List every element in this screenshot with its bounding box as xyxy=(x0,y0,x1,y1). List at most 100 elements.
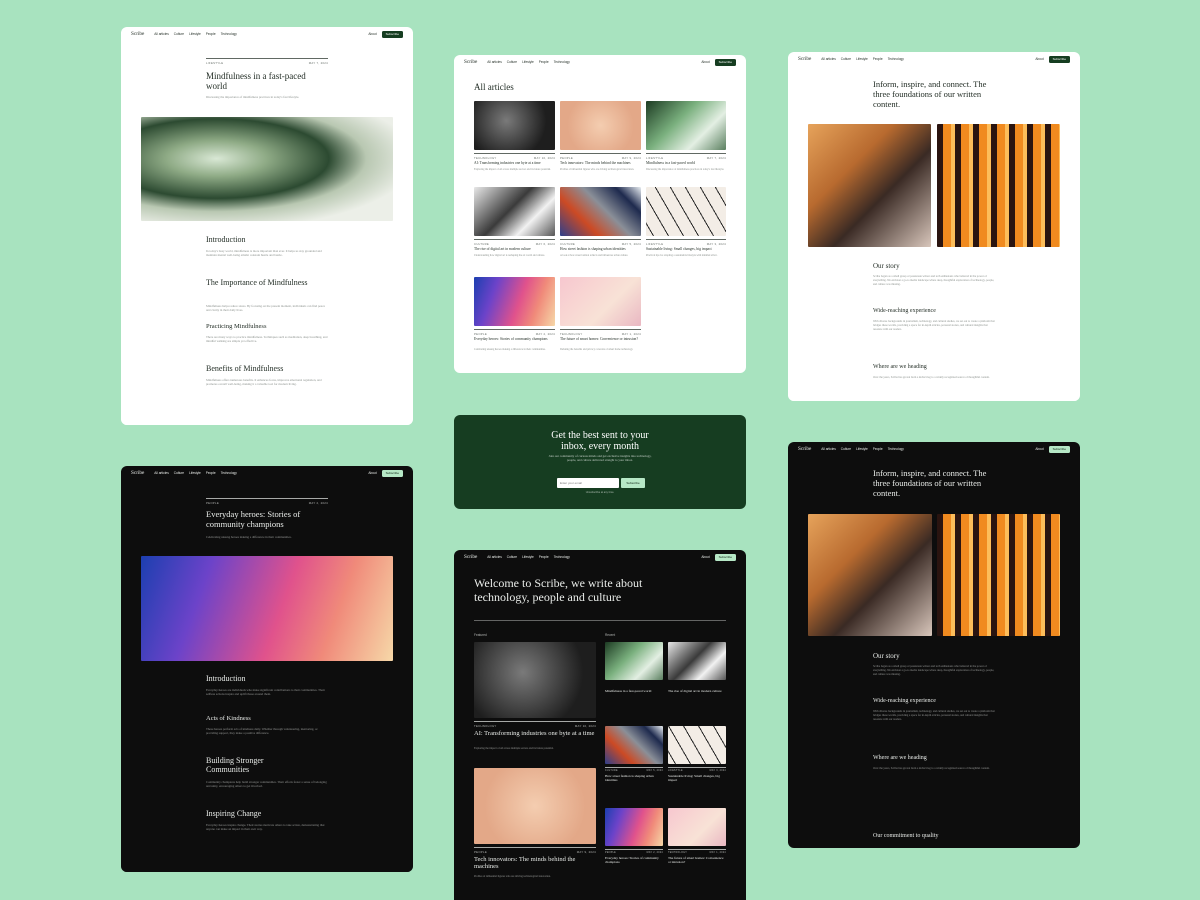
recent-article-title[interactable]: How street fashion is shaping urban iden… xyxy=(605,774,663,783)
article-thumbnail[interactable] xyxy=(560,187,641,236)
nav-link[interactable]: All articles xyxy=(821,447,836,451)
article-thumbnail[interactable] xyxy=(646,101,726,150)
recent-article-title[interactable]: Everyday heroes: Stories of community ch… xyxy=(605,856,663,865)
recent-article-image[interactable] xyxy=(668,642,726,680)
recent-article-title[interactable]: Mindfulness in a fast-paced world xyxy=(605,689,663,694)
nav-link[interactable]: People xyxy=(873,447,883,451)
article-tag[interactable]: CULTURE xyxy=(560,242,575,246)
nav-link[interactable]: Lifestyle xyxy=(856,447,868,451)
featured-article-title[interactable]: AI: Transforming industries one byte at … xyxy=(474,730,596,737)
subscribe-button[interactable]: Subscribe xyxy=(714,58,736,66)
brand-logo[interactable]: Scribe xyxy=(798,446,811,452)
nav-link[interactable]: All articles xyxy=(154,32,169,36)
nav-link[interactable]: People xyxy=(206,32,216,36)
nav-link[interactable]: All articles xyxy=(487,60,502,64)
about-link[interactable]: About xyxy=(1035,57,1043,61)
article-tag[interactable]: PEOPLE xyxy=(474,332,487,336)
article-thumbnail[interactable] xyxy=(474,277,555,326)
subscribe-button[interactable]: Subscribe xyxy=(714,553,736,561)
subscribe-button[interactable]: Subscribe xyxy=(1048,55,1070,63)
article-thumbnail[interactable] xyxy=(560,277,641,326)
nav-link[interactable]: Lifestyle xyxy=(856,57,868,61)
nav-link[interactable]: Technology xyxy=(554,555,570,559)
article-tag[interactable]: LIFESTYLE xyxy=(646,156,663,160)
nav-link[interactable]: Culture xyxy=(174,471,184,475)
nav-link[interactable]: Lifestyle xyxy=(189,471,201,475)
nav-link[interactable]: People xyxy=(539,555,549,559)
article-card-title[interactable]: How street fashion is shaping urban iden… xyxy=(560,247,641,251)
article-card-title[interactable]: Mindfulness in a fast-paced world xyxy=(646,161,726,165)
nav-link[interactable]: All articles xyxy=(821,57,836,61)
about-link[interactable]: About xyxy=(368,32,376,36)
nav-link[interactable]: Technology xyxy=(888,447,904,451)
nav-link[interactable]: Technology xyxy=(554,60,570,64)
featured-article-title[interactable]: Tech innovators: The minds behind the ma… xyxy=(474,856,596,871)
nav-link[interactable]: Lifestyle xyxy=(189,32,201,36)
recent-article-image[interactable] xyxy=(668,726,726,764)
nav-link[interactable]: Technology xyxy=(888,57,904,61)
article-tag[interactable]: TECHNOLOGY xyxy=(474,156,497,160)
nav-link[interactable]: Technology xyxy=(221,471,237,475)
article-card-title[interactable]: AI: Transforming industries one byte at … xyxy=(474,161,555,165)
nav-link[interactable]: People xyxy=(873,57,883,61)
article-card-excerpt: Celebrating unsung heroes making a diffe… xyxy=(474,348,546,351)
brand-logo[interactable]: Scribe xyxy=(464,59,477,65)
nav-link[interactable]: Culture xyxy=(841,447,851,451)
article-tag[interactable]: LIFESTYLE xyxy=(206,61,223,65)
article-tag[interactable]: PEOPLE xyxy=(474,850,487,854)
brand-logo[interactable]: Scribe xyxy=(798,56,811,62)
about-link[interactable]: About xyxy=(368,471,376,475)
recent-article-title[interactable]: Sustainable living: Small changes, big i… xyxy=(668,774,726,783)
nav-link[interactable]: Culture xyxy=(507,60,517,64)
nav-link[interactable]: Lifestyle xyxy=(522,60,534,64)
article-thumbnail[interactable] xyxy=(474,187,555,236)
nav-link[interactable]: Lifestyle xyxy=(522,555,534,559)
article-card-title[interactable]: The future of smart homes: Convenience o… xyxy=(560,337,641,341)
article-tag[interactable]: TECHNOLOGY xyxy=(668,852,687,854)
article-card-title[interactable]: The rise of digital art in modern cultur… xyxy=(474,247,555,251)
recent-article-image[interactable] xyxy=(668,808,726,846)
about-link[interactable]: About xyxy=(701,555,709,559)
email-input[interactable]: Enter your email xyxy=(557,478,619,488)
article-tag[interactable]: PEOPLE xyxy=(560,156,573,160)
featured-article-image[interactable] xyxy=(474,768,596,844)
article-tag[interactable]: LIFESTYLE xyxy=(668,770,683,772)
nav-link[interactable]: All articles xyxy=(487,555,502,559)
article-card-title[interactable]: Everyday heroes: Stories of community ch… xyxy=(474,337,555,341)
article-tag[interactable]: CULTURE xyxy=(474,242,489,246)
recent-article-title[interactable]: The rise of digital art in modern cultur… xyxy=(668,689,726,694)
nav-link[interactable]: Culture xyxy=(507,555,517,559)
article-meta: LIFESTYLE MAY 3, 2024 xyxy=(668,767,726,772)
article-card-title[interactable]: Sustainable living: Small changes, big i… xyxy=(646,247,726,251)
nav-link[interactable]: Technology xyxy=(221,32,237,36)
article-tag[interactable]: PEOPLE xyxy=(605,852,616,854)
featured-article-image[interactable] xyxy=(474,642,596,718)
article-tag[interactable]: CULTURE xyxy=(605,770,618,772)
article-card-title[interactable]: Tech innovators: The minds behind the ma… xyxy=(560,161,641,165)
about-link[interactable]: About xyxy=(1035,447,1043,451)
brand-logo[interactable]: Scribe xyxy=(131,31,144,37)
nav-link[interactable]: People xyxy=(539,60,549,64)
article-tag[interactable]: TECHNOLOGY xyxy=(560,332,583,336)
brand-logo[interactable]: Scribe xyxy=(464,554,477,560)
subscribe-button[interactable]: Subscribe xyxy=(381,30,403,38)
recent-article-image[interactable] xyxy=(605,642,663,680)
nav-link[interactable]: All articles xyxy=(154,471,169,475)
nav-link[interactable]: Culture xyxy=(174,32,184,36)
article-tag[interactable]: PEOPLE xyxy=(206,501,219,505)
subscribe-button[interactable]: Subscribe xyxy=(381,469,403,477)
article-tag[interactable]: TECHNOLOGY xyxy=(474,724,497,728)
nav-link[interactable]: Culture xyxy=(841,57,851,61)
subscribe-button[interactable]: Subscribe xyxy=(1048,445,1070,453)
article-tag[interactable]: LIFESTYLE xyxy=(646,242,663,246)
recent-article-title[interactable]: The future of smart homes: Convenience o… xyxy=(668,856,726,865)
article-thumbnail[interactable] xyxy=(474,101,555,150)
article-thumbnail[interactable] xyxy=(646,187,726,236)
brand-logo[interactable]: Scribe xyxy=(131,470,144,476)
nav-link[interactable]: People xyxy=(206,471,216,475)
about-link[interactable]: About xyxy=(701,60,709,64)
recent-article-image[interactable] xyxy=(605,808,663,846)
article-thumbnail[interactable] xyxy=(560,101,641,150)
newsletter-subscribe-button[interactable]: Subscribe xyxy=(621,478,645,488)
recent-article-image[interactable] xyxy=(605,726,663,764)
